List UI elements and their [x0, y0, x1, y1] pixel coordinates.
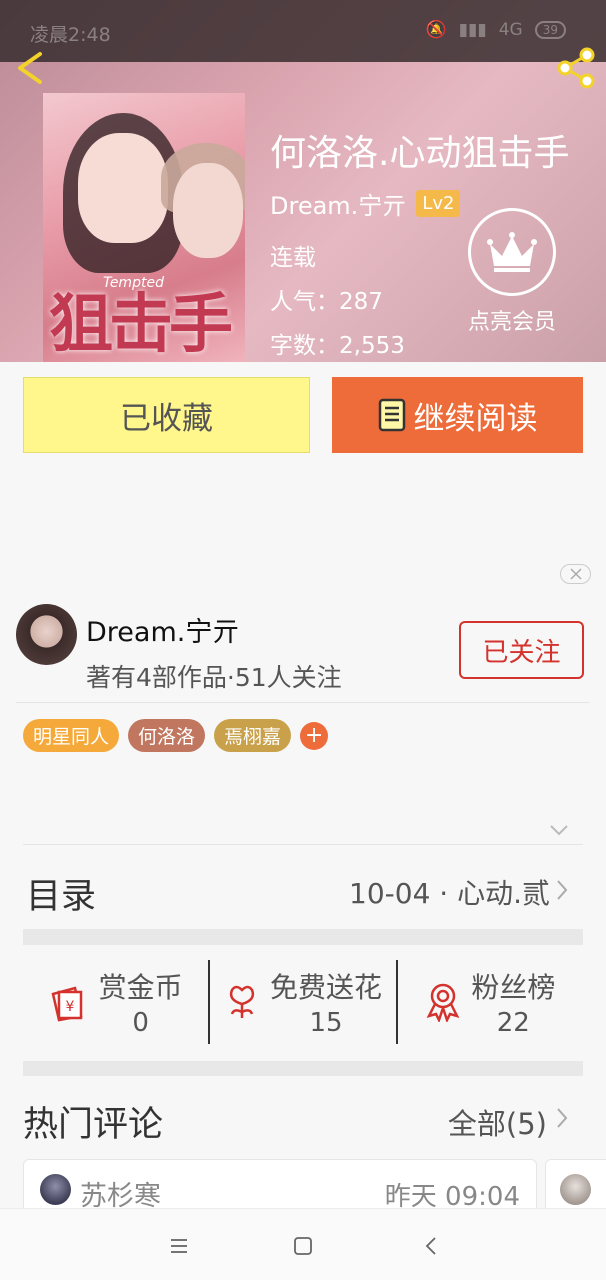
add-tag-button[interactable]: + [300, 721, 329, 750]
continue-reading-button[interactable]: 继续阅读 [332, 377, 583, 453]
cover-script-text: Tempted [103, 275, 164, 291]
svg-text:¥: ¥ [65, 999, 74, 1015]
book-title: 何洛洛.心动狙击手 [270, 133, 570, 174]
send-flower-button[interactable]: 免费送花 15 [208, 960, 395, 1044]
follow-button[interactable]: 已关注 [459, 621, 584, 679]
menu-icon [171, 1239, 187, 1253]
author-stats: 著有4部作品·51人关注 [86, 663, 342, 692]
cover-figure2-face [173, 163, 243, 258]
tag-item[interactable]: 焉栩嘉 [214, 719, 292, 752]
chevron-right-icon [555, 1106, 569, 1130]
all-comments-link[interactable]: 全部(5) [448, 1101, 547, 1143]
tag-item[interactable]: 明星同人 [23, 719, 120, 752]
cover-figure-face [78, 133, 168, 243]
divider [23, 844, 583, 845]
reward-bar: ¥ 赏金币 0 免费送花 15 粉丝榜 22 [23, 960, 583, 1044]
crown-icon [468, 208, 556, 296]
reward-value: 0 [132, 1008, 149, 1038]
signal-icon: ▮▮▮ [458, 20, 487, 40]
book-cover[interactable]: 狙击手 Tempted [43, 93, 245, 362]
close-icon [569, 568, 582, 580]
home-square-icon [294, 1237, 312, 1255]
nav-back-button[interactable] [416, 1231, 446, 1261]
gift-envelope-icon: ¥ [51, 986, 83, 1022]
expand-chevron-down-icon[interactable] [548, 822, 570, 838]
commenter-avatar[interactable] [560, 1174, 591, 1205]
back-button[interactable] [12, 48, 52, 88]
book-author-name[interactable]: Dream.宁亓 [270, 186, 406, 221]
book-header: 凌晨2:48 🔕 ▮▮▮ 4G 39 狙击手 Tempted 何洛洛.心动狙击手… [0, 0, 606, 362]
reward-value: 22 [496, 1008, 530, 1038]
flower-icon [229, 985, 255, 1018]
fan-ranking-text: 粉丝榜 22 [471, 966, 555, 1038]
level-badge: Lv2 [416, 190, 461, 217]
section-separator [23, 1061, 583, 1076]
continue-reading-label: 继续阅读 [413, 400, 538, 437]
collected-button[interactable]: 已收藏 [23, 377, 310, 453]
fan-ranking-button[interactable]: 粉丝榜 22 [395, 960, 583, 1044]
book-icon [378, 398, 405, 432]
mute-icon: 🔕 [425, 20, 447, 40]
popularity: 人气：287 [270, 289, 383, 315]
status-time: 凌晨2:48 [30, 24, 111, 46]
book-detail-page: 凌晨2:48 🔕 ▮▮▮ 4G 39 狙击手 Tempted 何洛洛.心动狙击手… [0, 0, 606, 1280]
author-name[interactable]: Dream.宁亓 [86, 610, 239, 649]
commenter-avatar[interactable] [40, 1174, 71, 1205]
reward-value: 15 [309, 1008, 343, 1038]
latest-chapter[interactable]: 10-04 · 心动.贰 [349, 872, 550, 912]
medal-icon [426, 983, 460, 1022]
book-author-line: Dream.宁亓 Lv2 [270, 186, 461, 221]
system-nav-bar [0, 1208, 606, 1280]
network-type: 4G [498, 20, 523, 40]
reward-label: 赏金币 [98, 971, 183, 1004]
back-triangle-icon [425, 1237, 436, 1255]
status-bar: 凌晨2:48 🔕 ▮▮▮ 4G 39 [0, 0, 606, 62]
back-arrow-icon [18, 52, 42, 84]
status-indicators: 🔕 ▮▮▮ 4G 39 [425, 20, 566, 40]
section-separator [23, 929, 583, 945]
catalog-title[interactable]: 目录 [26, 868, 96, 919]
reward-label: 粉丝榜 [471, 971, 556, 1004]
tag-list: 明星同人 何洛洛 焉栩嘉 + [23, 719, 329, 752]
send-flower-text: 免费送花 15 [270, 966, 382, 1038]
close-ad-button[interactable] [560, 564, 591, 584]
chevron-right-icon [555, 878, 569, 902]
serial-status: 连载 [270, 245, 316, 271]
reward-coins-text: 赏金币 0 [99, 966, 183, 1038]
vip-label: 点亮会员 [467, 310, 556, 335]
word-count: 字数：2,553 [270, 333, 405, 359]
vip-button[interactable]: 点亮会员 [460, 208, 564, 336]
divider [16, 702, 590, 703]
hot-comments-title: 热门评论 [23, 1105, 164, 1145]
battery-icon: 39 [534, 21, 566, 39]
share-icon [557, 47, 595, 89]
share-button[interactable] [554, 46, 598, 90]
author-avatar[interactable] [16, 604, 77, 665]
reward-coins-button[interactable]: ¥ 赏金币 0 [23, 960, 208, 1044]
reward-label: 免费送花 [269, 971, 382, 1004]
tag-item[interactable]: 何洛洛 [128, 719, 206, 752]
home-button[interactable] [288, 1231, 318, 1261]
menu-button[interactable] [164, 1231, 194, 1261]
